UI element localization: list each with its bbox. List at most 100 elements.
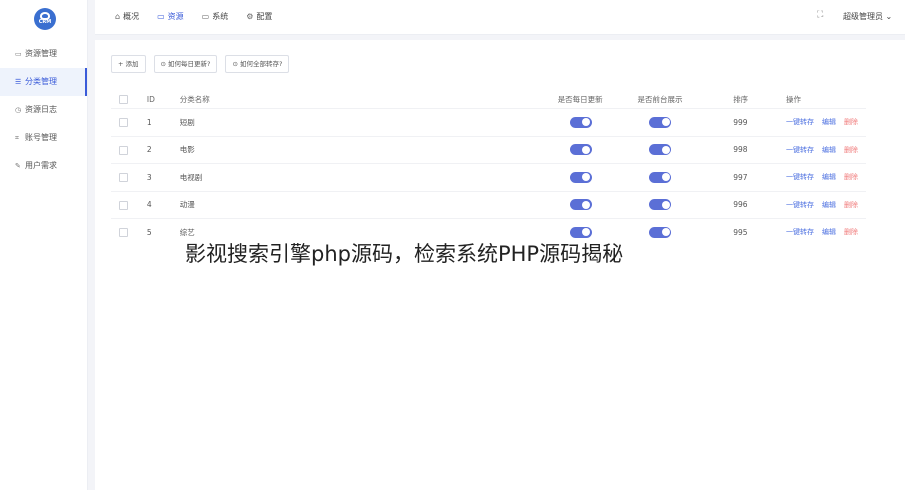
- sidebar-item-3[interactable]: ⌗ 账号管理: [0, 124, 87, 152]
- row-actions: 一键转存 编辑 删除: [786, 218, 866, 246]
- select-all-checkbox[interactable]: [111, 90, 147, 109]
- sidebar-item-label: 账号管理: [25, 133, 57, 142]
- daily-update-toggle[interactable]: [569, 199, 592, 211]
- frontend-show-cell: [637, 163, 734, 191]
- clock-icon: ◷: [15, 106, 22, 114]
- row-name: 短剧: [179, 108, 558, 136]
- daily-update-toggle[interactable]: [569, 171, 592, 183]
- sidebar-item-label: 资源管理: [25, 49, 57, 58]
- sidebar-item-label: 分类管理: [25, 77, 57, 86]
- row-name: 电影: [179, 135, 558, 164]
- edit-button[interactable]: 编辑: [822, 118, 836, 126]
- daily-update-toggle[interactable]: [569, 116, 592, 128]
- delete-button[interactable]: 删除: [844, 201, 858, 209]
- sidebar-item-2[interactable]: ◷ 资源日志: [0, 96, 87, 124]
- frontend-show-toggle[interactable]: [649, 199, 672, 211]
- frontend-show-toggle[interactable]: [649, 116, 672, 128]
- delete-button[interactable]: 删除: [844, 228, 858, 236]
- top-tabs: ⌂ 概况 ▭ 资源 ▭ 系统 ⚙ 配置: [115, 0, 290, 34]
- row-id: 1: [146, 108, 180, 136]
- add-button[interactable]: + 添加: [111, 55, 146, 73]
- header-name: 分类名称: [179, 94, 210, 104]
- row-id: 3: [146, 163, 180, 191]
- row-sort: 999: [733, 108, 786, 136]
- row-checkbox[interactable]: [111, 108, 147, 136]
- overlay-caption: 影视搜索引擎php源码，检索系统PHP源码揭秘: [185, 242, 624, 266]
- tab-label: 配置: [256, 12, 273, 21]
- tab-3[interactable]: ⚙ 配置: [246, 0, 272, 34]
- frontend-show-cell: [637, 218, 734, 246]
- frontend-show-toggle[interactable]: [649, 226, 672, 238]
- sidebar-item-0[interactable]: ▭ 资源管理: [0, 40, 87, 68]
- row-checkbox[interactable]: [111, 190, 147, 219]
- frontend-show-cell: [637, 135, 734, 164]
- sidebar-item-4[interactable]: ✎ 用户需求: [0, 152, 87, 180]
- row-actions: 一键转存 编辑 删除: [786, 108, 866, 136]
- row-checkbox[interactable]: [111, 163, 147, 191]
- folder-icon: ▭: [15, 50, 22, 58]
- daily-update-cell: [557, 108, 638, 136]
- crm-logo[interactable]: CRM: [34, 8, 56, 30]
- row-actions: 一键转存 编辑 删除: [786, 135, 866, 164]
- gear-icon: ⚙: [246, 12, 254, 21]
- sidebar-item-label: 资源日志: [25, 105, 57, 114]
- sidebar-nav: ▭ 资源管理 ☰ 分类管理 ◷ 资源日志 ⌗ 账号管理 ✎ 用户需求: [0, 40, 87, 180]
- row-actions: 一键转存 编辑 删除: [786, 163, 866, 191]
- transfer-button[interactable]: 一键转存: [786, 146, 814, 154]
- table-row: 2 电影 998 一键转存 编辑 删除: [111, 135, 866, 164]
- row-checkbox[interactable]: [111, 135, 147, 164]
- transfer-button[interactable]: 一键转存: [786, 201, 814, 209]
- folder-icon: ▭: [157, 12, 165, 21]
- table-row: 1 短剧 999 一键转存 编辑 删除: [111, 108, 866, 136]
- delete-button[interactable]: 删除: [844, 173, 858, 181]
- row-actions: 一键转存 编辑 删除: [786, 190, 866, 219]
- frontend-show-cell: [637, 108, 734, 136]
- monitor-icon: ▭: [201, 12, 210, 21]
- daily-update-toggle[interactable]: [569, 226, 592, 238]
- row-id: 5: [146, 218, 180, 246]
- top-bar: ⌂ 概况 ▭ 资源 ▭ 系统 ⚙ 配置 ⛶ 超级管理员 ⌄: [95, 0, 905, 35]
- daily-update-toggle[interactable]: [569, 144, 592, 156]
- home-icon: ⌂: [115, 12, 121, 21]
- edit-button[interactable]: 编辑: [822, 228, 836, 236]
- account-icon: ⌗: [15, 134, 19, 142]
- fullscreen-icon[interactable]: ⛶: [817, 11, 826, 20]
- header-frontend-show: 是否前台展示: [637, 94, 683, 104]
- frontend-show-toggle[interactable]: [649, 171, 672, 183]
- tab-label: 概况: [123, 12, 140, 21]
- sidebar-item-label: 用户需求: [25, 161, 57, 170]
- edit-button[interactable]: 编辑: [822, 146, 836, 154]
- tab-0[interactable]: ⌂ 概况: [115, 0, 139, 34]
- help-transfer-all-button[interactable]: ⊙ 如何全部转存?: [225, 55, 290, 73]
- daily-update-cell: [557, 135, 638, 164]
- tab-2[interactable]: ▭ 系统: [202, 0, 229, 34]
- frontend-show-cell: [637, 190, 734, 219]
- sidebar: CRM ▭ 资源管理 ☰ 分类管理 ◷ 资源日志 ⌗ 账号管理 ✎ 用户需求: [0, 0, 88, 490]
- transfer-button[interactable]: 一键转存: [786, 173, 814, 181]
- delete-button[interactable]: 删除: [844, 146, 858, 154]
- header-daily-update: 是否每日更新: [557, 94, 603, 104]
- row-sort: 998: [733, 135, 786, 164]
- edit-button[interactable]: 编辑: [822, 173, 836, 181]
- transfer-button[interactable]: 一键转存: [786, 228, 814, 236]
- tab-1[interactable]: ▭ 资源: [157, 0, 184, 34]
- user-menu[interactable]: 超级管理员 ⌄: [843, 0, 892, 34]
- header-id: ID: [146, 94, 155, 104]
- row-name: 电视剧: [179, 163, 558, 191]
- header-actions: 操作: [786, 94, 801, 104]
- row-checkbox[interactable]: [111, 218, 147, 246]
- category-table: ID 分类名称 是否每日更新 是否前台展示 排序 操作 1 短剧 999 一键转存 编辑…: [111, 90, 866, 246]
- daily-update-cell: [557, 163, 638, 191]
- help-daily-update-button[interactable]: ⊙ 如何每日更新?: [153, 55, 218, 73]
- table-row: 4 动漫 996 一键转存 编辑 删除: [111, 190, 866, 219]
- frontend-show-toggle[interactable]: [649, 144, 672, 156]
- edit-button[interactable]: 编辑: [822, 201, 836, 209]
- row-sort: 995: [733, 218, 786, 246]
- list-icon: ☰: [15, 78, 22, 86]
- transfer-button[interactable]: 一键转存: [786, 118, 814, 126]
- delete-button[interactable]: 删除: [844, 118, 858, 126]
- tab-label: 系统: [212, 12, 229, 21]
- chevron-down-icon: ⌄: [883, 12, 893, 21]
- sidebar-item-1[interactable]: ☰ 分类管理: [0, 68, 87, 96]
- tab-label: 资源: [167, 12, 184, 21]
